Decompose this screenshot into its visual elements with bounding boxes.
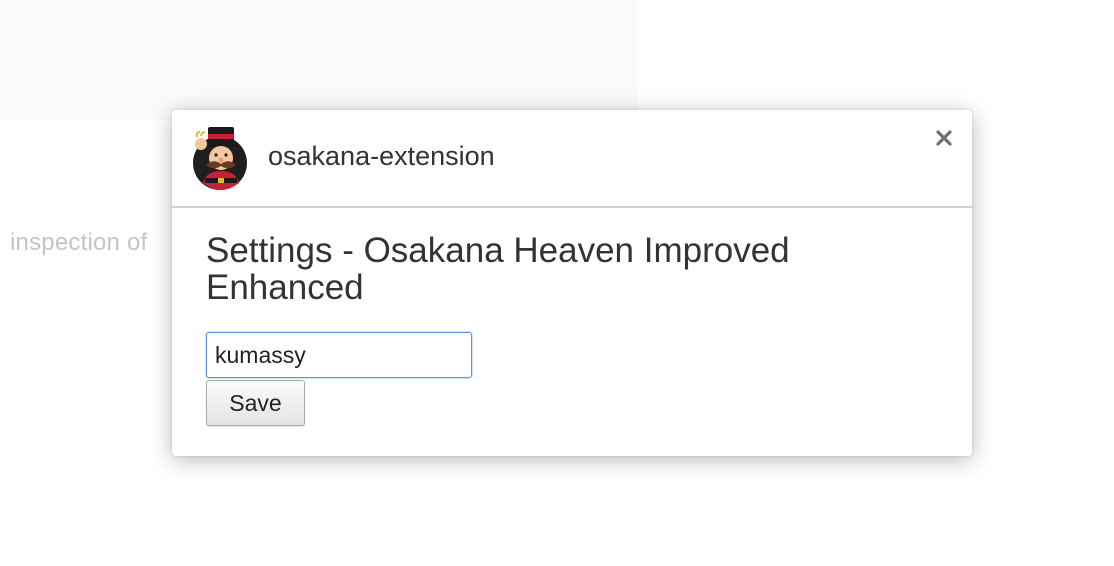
beefeater-mascot-icon — [192, 125, 250, 191]
background-text: inspection of — [10, 229, 148, 256]
dialog-body: Settings - Osakana Heaven Improved Enhan… — [172, 208, 972, 426]
save-button[interactable]: Save — [206, 380, 305, 426]
dialog-header: osakana-extension — [172, 110, 972, 208]
extension-name: osakana-extension — [268, 141, 495, 171]
background-panel — [0, 0, 638, 120]
extension-options-dialog: osakana-extension Settings - Osakana Hea… — [172, 110, 972, 456]
settings-title: Settings - Osakana Heaven Improved Enhan… — [206, 231, 790, 307]
page: inspection of osakana-extension Settings… — [0, 0, 1114, 566]
username-input[interactable] — [206, 332, 472, 378]
close-icon[interactable] — [932, 126, 956, 150]
